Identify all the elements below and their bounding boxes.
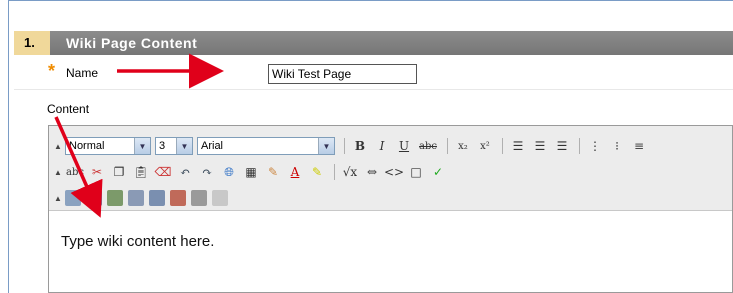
toolbar-separator: [502, 138, 503, 154]
section-number: 1.: [14, 31, 50, 55]
bullet-list-icon[interactable]: ⁝: [607, 137, 627, 155]
required-asterisk-icon: *: [48, 61, 56, 81]
name-label: Name: [66, 66, 99, 80]
fullscreen-icon[interactable]: □: [406, 163, 426, 181]
insert-image-icon[interactable]: [86, 190, 102, 206]
chevron-down-icon: ▼: [318, 138, 334, 154]
align-right-icon[interactable]: ☰: [552, 137, 572, 155]
insert-flash-icon[interactable]: [170, 190, 186, 206]
copy-icon[interactable]: ❐: [109, 163, 129, 181]
collapse-row-icon[interactable]: ▲: [53, 194, 63, 203]
toolbar-separator: [579, 138, 580, 154]
name-row: * Name: [14, 56, 733, 90]
font-family-select[interactable]: Arial ▼: [197, 137, 335, 155]
undo-icon[interactable]: ↶: [175, 163, 195, 181]
numbered-list-icon[interactable]: ⋮: [585, 137, 605, 155]
toolbar-separator: [447, 138, 448, 154]
redo-icon[interactable]: ↷: [197, 163, 217, 181]
rich-text-editor: ▲ Normal ▼ 3 ▼ Arial ▼ B I U abc x₂ x² ☰: [48, 125, 733, 293]
collapse-row-icon[interactable]: ▲: [53, 142, 63, 151]
underline-button[interactable]: U: [394, 137, 414, 155]
subscript-button[interactable]: x₂: [453, 137, 473, 155]
math-icon[interactable]: √x: [340, 163, 360, 181]
bold-button[interactable]: B: [350, 137, 370, 155]
eraser-icon[interactable]: ⌫: [153, 163, 173, 181]
editor-content-area[interactable]: Type wiki content here.: [61, 233, 214, 250]
link-globe-icon[interactable]: 🌐︎: [219, 163, 239, 181]
toolbar-row-2: ▲ abc ✂ ❐ 📋︎ ⌫ ↶ ↷ 🌐︎ ▦ ✎ A ✎ √x ⇔ <> □ …: [49, 160, 450, 184]
spellcheck-button[interactable]: abc: [65, 163, 85, 181]
name-input[interactable]: [268, 64, 417, 84]
collapse-row-icon[interactable]: ▲: [53, 168, 63, 177]
insert-mashup-icon[interactable]: [191, 190, 207, 206]
pencil-icon[interactable]: ✎: [263, 163, 283, 181]
paste-icon[interactable]: 📋︎: [131, 163, 151, 181]
chevron-down-icon: ▼: [134, 138, 150, 154]
format-select[interactable]: Normal ▼: [65, 137, 151, 155]
chevron-down-icon: ▼: [176, 138, 192, 154]
preview-icon[interactable]: [212, 190, 228, 206]
superscript-button[interactable]: x²: [475, 137, 495, 155]
font-size-select[interactable]: 3 ▼: [155, 137, 193, 155]
outdent-icon[interactable]: ≡: [629, 137, 649, 155]
highlight-icon[interactable]: ✎: [307, 163, 327, 181]
insert-media-icon[interactable]: [107, 190, 123, 206]
editor-toolbar: ▲ Normal ▼ 3 ▼ Arial ▼ B I U abc x₂ x² ☰: [49, 126, 732, 211]
html-code-icon[interactable]: <>: [384, 163, 404, 181]
toolbar-row-1: ▲ Normal ▼ 3 ▼ Arial ▼ B I U abc x₂ x² ☰: [49, 134, 651, 158]
embed-icon[interactable]: ⇔: [362, 163, 382, 181]
toolbar-row-3: ▲: [49, 186, 233, 210]
insert-audio-icon[interactable]: [149, 190, 165, 206]
italic-button[interactable]: I: [372, 137, 392, 155]
text-color-icon[interactable]: A: [285, 163, 305, 181]
align-left-icon[interactable]: ☰: [508, 137, 528, 155]
toolbar-separator: [334, 164, 335, 180]
toolbar-separator: [344, 138, 345, 154]
cut-icon[interactable]: ✂: [87, 163, 107, 181]
insert-document-icon[interactable]: [128, 190, 144, 206]
spellcheck-ok-icon[interactable]: ✓: [428, 163, 448, 181]
attach-file-icon[interactable]: [65, 190, 81, 206]
section-header: 1. Wiki Page Content: [14, 31, 733, 55]
content-label: Content: [47, 102, 90, 116]
strikethrough-button[interactable]: abc: [416, 137, 440, 155]
section-title: Wiki Page Content: [50, 31, 733, 55]
table-icon[interactable]: ▦: [241, 163, 261, 181]
align-center-icon[interactable]: ☰: [530, 137, 550, 155]
